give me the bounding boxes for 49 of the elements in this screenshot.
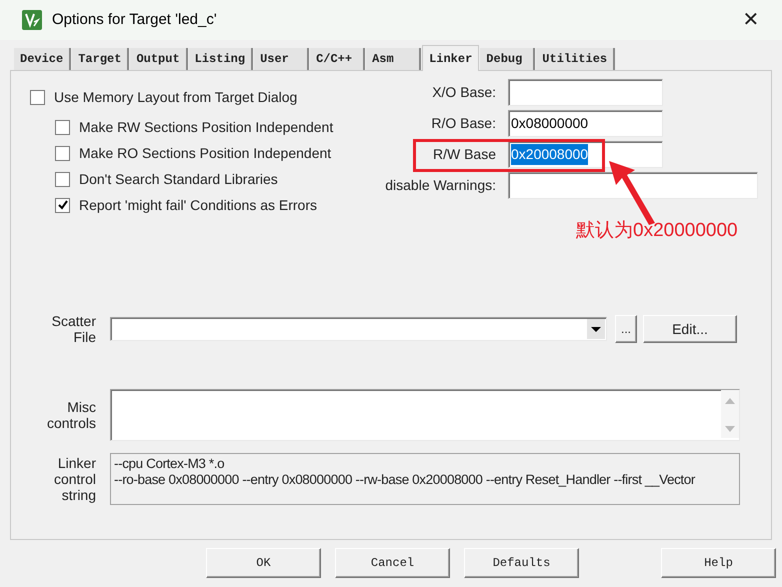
checkbox-label: Report 'might fail' Conditions as Errors <box>79 196 317 215</box>
tab[interactable]: C/C++ <box>310 48 366 70</box>
dialog-button[interactable]: Help <box>661 548 776 578</box>
linker-text-line: --cpu Cortex-M3 *.o <box>114 456 224 472</box>
field-label: R/O Base: <box>430 114 496 133</box>
input-field[interactable] <box>508 172 758 199</box>
field-value: 0x08000000 <box>511 114 588 133</box>
edit-button[interactable]: Edit... <box>643 315 737 343</box>
dialog-button[interactable]: Cancel <box>335 548 450 578</box>
field-label: X/O Base: <box>431 83 496 102</box>
checkbox-label: Use Memory Layout from Target Dialog <box>54 88 298 107</box>
tab[interactable]: Asm <box>366 48 422 70</box>
checkbox[interactable] <box>30 90 45 104</box>
linker-text-line: --ro-base 0x08000000 --entry 0x08000000 --rw-base 0x20008000 --entry Reset_Handler --first __Vector <box>114 472 695 488</box>
checkbox[interactable] <box>55 172 70 186</box>
checkbox-label: Make RW Sections Position Independent <box>79 118 334 137</box>
dialog-button[interactable]: OK <box>206 548 321 578</box>
checkbox-label: Don't Search Standard Libraries <box>79 170 278 188</box>
scatter-file-dropdown[interactable] <box>110 317 607 341</box>
tab[interactable]: Listing <box>188 48 254 70</box>
checkbox-label: Make RO Sections Position Independent <box>79 144 332 163</box>
tab[interactable]: Linker <box>422 45 480 71</box>
tab[interactable]: Debug <box>480 48 536 70</box>
browse-button[interactable]: ... <box>615 315 637 343</box>
field-value: 0x20008000 <box>511 144 588 165</box>
checkbox[interactable] <box>55 146 70 160</box>
tab[interactable]: Device <box>14 48 72 70</box>
tab[interactable]: Utilities <box>536 48 616 70</box>
field-label: disable Warnings: <box>384 176 496 195</box>
app-logo-icon <box>22 10 42 30</box>
misc-controls-label: Misc controls <box>46 399 96 431</box>
tab[interactable]: User <box>254 48 310 70</box>
checkbox[interactable] <box>55 198 70 212</box>
annotation-text: 默认为0x20000000 <box>576 219 738 243</box>
dialog-button[interactable]: Defaults <box>464 548 579 578</box>
checkbox[interactable] <box>55 120 70 134</box>
linker-control-label: Linker control string <box>52 455 96 503</box>
tab[interactable]: Target <box>72 48 130 70</box>
input-field[interactable]: 0x08000000 <box>508 110 663 137</box>
scrollbar-icon <box>721 390 739 438</box>
input-field[interactable]: 0x20008000 <box>508 141 663 168</box>
scatter-file-label: Scatter File <box>50 313 96 345</box>
check-icon <box>58 200 68 210</box>
input-field[interactable] <box>508 79 663 106</box>
close-button[interactable]: ✕ <box>736 5 766 35</box>
tab[interactable]: Output <box>130 48 188 70</box>
window-title: Options for Target 'led_c' <box>52 10 217 30</box>
misc-controls-field[interactable] <box>110 389 740 441</box>
field-label: R/W Base <box>432 145 496 164</box>
